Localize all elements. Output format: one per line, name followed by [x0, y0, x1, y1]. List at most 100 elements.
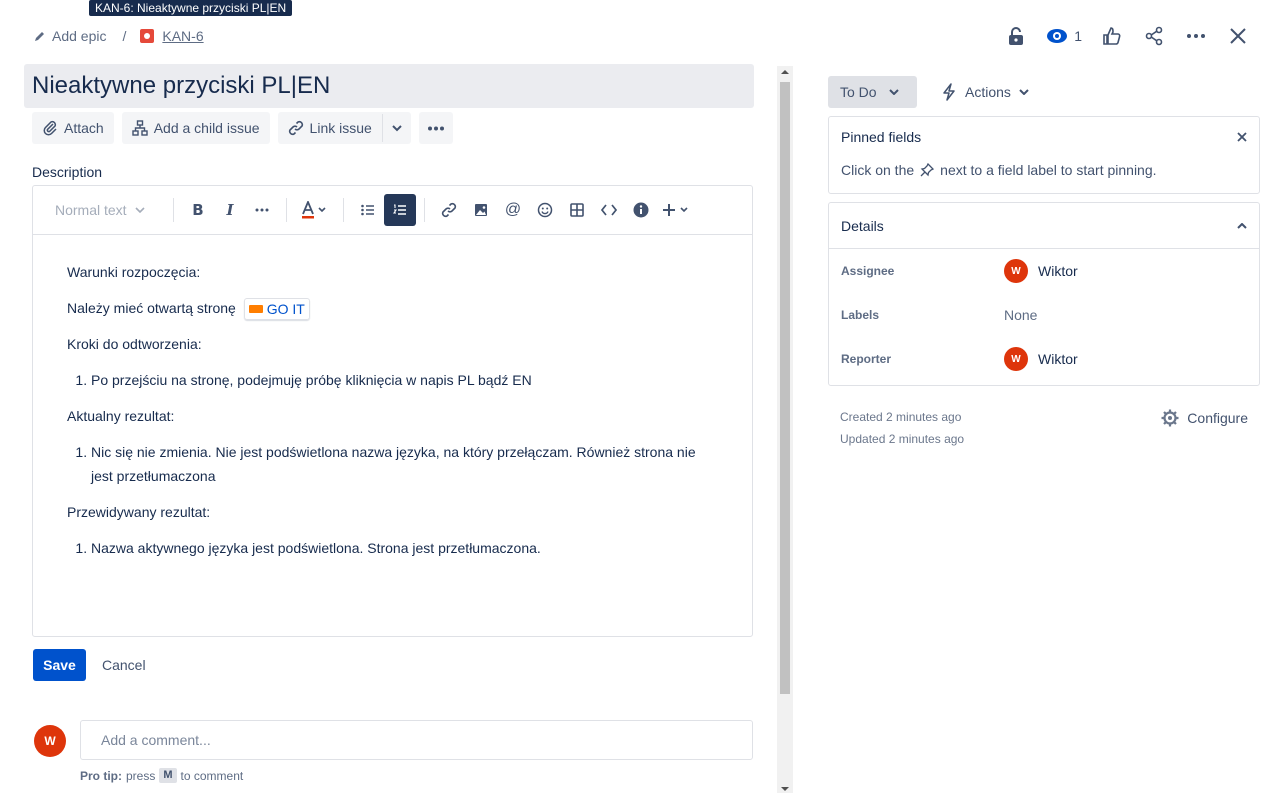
lock-icon[interactable]	[1004, 24, 1028, 48]
scroll-down-arrow-icon[interactable]	[781, 787, 789, 791]
link-issue-label: Link issue	[309, 120, 372, 136]
pinned-fields-panel: Pinned fields Click on the next to a fie…	[828, 116, 1260, 194]
assignee-row: Assignee W Wiktor	[829, 249, 1259, 293]
numbered-list-icon[interactable]	[384, 194, 416, 226]
details-title: Details	[841, 217, 884, 234]
attach-button[interactable]: Attach	[32, 112, 114, 144]
close-icon[interactable]	[1237, 132, 1247, 142]
issue-key-link[interactable]: KAN-6	[162, 28, 203, 44]
labels-row: Labels None	[829, 293, 1259, 337]
pro-tip-text: to comment	[180, 768, 244, 783]
issue-tooltip: KAN-6: Nieaktywne przyciski PL|EN	[89, 0, 293, 16]
labels-field[interactable]: None	[1004, 307, 1037, 323]
numbered-list: Nazwa aktywnego języka jest podświetlona…	[91, 536, 718, 560]
bold-icon[interactable]: B	[182, 194, 214, 226]
pinned-hint-text: Click on the	[841, 162, 915, 178]
editor-toolbar: Normal text B I @	[33, 186, 752, 235]
description-paragraph: Należy mieć otwartą stronę GO IT	[67, 296, 718, 321]
numbered-list: Po przejściu na stronę, podejmuję próbę …	[91, 368, 718, 392]
scrollbar-thumb[interactable]	[780, 82, 790, 694]
more-actions-button[interactable]	[418, 112, 453, 144]
text-style-dropdown[interactable]: Normal text	[55, 202, 165, 218]
add-epic-link[interactable]: Add epic	[34, 28, 106, 44]
issue-title-field[interactable]: Nieaktywne przyciski PL|EN	[24, 64, 754, 108]
attach-label: Attach	[64, 120, 104, 136]
actions-label: Actions	[965, 84, 1011, 100]
description-editor[interactable]: Normal text B I @ Warunki rozpoczęcia: N…	[32, 185, 753, 637]
created-timestamp: Created 2 minutes ago	[840, 410, 962, 424]
updated-timestamp: Updated 2 minutes ago	[840, 432, 965, 446]
more-icon[interactable]	[1184, 24, 1208, 48]
table-icon[interactable]	[561, 194, 593, 226]
chevron-down-icon	[392, 125, 402, 132]
emoji-icon[interactable]	[529, 194, 561, 226]
avatar: W	[34, 725, 66, 757]
description-paragraph: Warunki rozpoczęcia:	[67, 264, 201, 280]
chevron-up-icon	[1237, 222, 1247, 229]
lightning-icon	[943, 83, 955, 101]
timestamps: Created 2 minutes ago Updated 2 minutes …	[840, 406, 964, 450]
description-paragraph: Aktualny rezultat:	[67, 408, 175, 425]
description-text: Należy mieć otwartą stronę	[67, 300, 236, 316]
image-icon[interactable]	[465, 194, 497, 226]
code-icon[interactable]	[593, 194, 625, 226]
description-content[interactable]: Warunki rozpoczęcia: Należy mieć otwartą…	[33, 235, 752, 597]
mention-icon[interactable]: @	[497, 194, 529, 226]
close-icon[interactable]	[1226, 24, 1250, 48]
more-formatting-icon[interactable]	[246, 194, 278, 226]
link-issue-button[interactable]: Link issue	[278, 112, 382, 144]
chevron-down-icon	[135, 207, 145, 213]
smart-link-chip[interactable]: GO IT	[243, 298, 310, 321]
reporter-row: Reporter W Wiktor	[829, 337, 1259, 381]
pinned-fields-hint: Click on the next to a field label to st…	[841, 162, 1247, 178]
description-paragraph: Kroki do odtworzenia:	[67, 336, 202, 353]
bullet-list-icon[interactable]	[352, 194, 384, 226]
comment-input[interactable]: Add a comment...	[80, 720, 753, 760]
breadcrumb-separator: /	[122, 28, 127, 44]
gear-icon	[1161, 409, 1179, 427]
details-panel: Details Assignee W Wiktor Labels None Re…	[828, 202, 1260, 386]
breadcrumb: Add epic / KAN-6	[34, 26, 204, 46]
link-issue-dropdown[interactable]	[383, 112, 411, 144]
list-item: Nic się nie zmienia. Nie jest podświetlo…	[91, 440, 718, 488]
issue-meta: Created 2 minutes ago Updated 2 minutes …	[828, 406, 1260, 450]
watch-count: 1	[1074, 28, 1082, 44]
save-button[interactable]: Save	[33, 649, 86, 681]
thumbs-up-icon[interactable]	[1100, 24, 1124, 48]
actions-dropdown[interactable]: Actions	[941, 83, 1029, 101]
insert-more-icon[interactable]	[657, 194, 697, 226]
status-row: To Do Actions	[828, 76, 1260, 108]
description-label: Description	[32, 164, 103, 180]
status-dropdown[interactable]: To Do	[828, 76, 917, 108]
hierarchy-icon	[132, 120, 148, 136]
info-panel-icon[interactable]	[625, 194, 657, 226]
reporter-field[interactable]: W Wiktor	[1004, 347, 1078, 371]
numbered-list: Nic się nie zmienia. Nie jest podświetlo…	[91, 440, 718, 488]
cancel-button[interactable]: Cancel	[102, 649, 146, 681]
configure-button[interactable]: Configure	[1161, 408, 1248, 428]
add-child-issue-button[interactable]: Add a child issue	[121, 112, 270, 144]
pinned-fields-title: Pinned fields	[841, 129, 922, 145]
site-favicon-icon	[248, 305, 263, 314]
keyboard-key: M	[159, 768, 177, 783]
assignee-field[interactable]: W Wiktor	[1004, 259, 1078, 283]
status-label: To Do	[840, 84, 877, 100]
details-header[interactable]: Details	[829, 203, 1259, 249]
text-style-label: Normal text	[55, 202, 127, 218]
watch-button[interactable]: 1	[1046, 28, 1082, 44]
reporter-name: Wiktor	[1038, 351, 1078, 367]
list-item: Po przejściu na stronę, podejmuję próbę …	[91, 368, 718, 392]
share-icon[interactable]	[1142, 24, 1166, 48]
issue-main: Nieaktywne przyciski PL|EN Attach Add a …	[24, 64, 754, 783]
link-icon[interactable]	[433, 194, 465, 226]
toolbar-divider	[343, 198, 344, 222]
issue-sidebar: To Do Actions Pinned fields Click on the…	[828, 76, 1260, 450]
list-item: Nazwa aktywnego języka jest podświetlona…	[91, 536, 718, 560]
text-color-icon[interactable]	[295, 194, 335, 226]
italic-icon[interactable]: I	[214, 194, 246, 226]
paperclip-icon	[43, 120, 57, 136]
scroll-up-arrow-icon[interactable]	[781, 70, 789, 74]
pro-tip-text: press	[126, 768, 156, 783]
eye-icon	[1047, 29, 1068, 43]
link-issue-split-button: Link issue	[277, 112, 411, 144]
